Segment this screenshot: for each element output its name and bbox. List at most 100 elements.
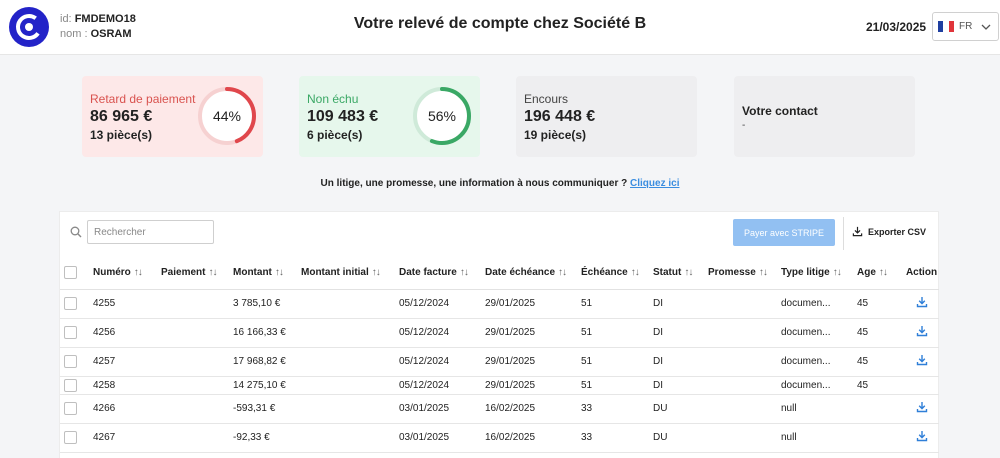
cell-date-echeance: 16/02/2025: [485, 394, 581, 424]
row-checkbox[interactable]: [64, 326, 77, 339]
sort-icon[interactable]: ↑↓: [275, 267, 284, 278]
sort-icon[interactable]: ↑↓: [759, 267, 768, 278]
row-select-cell[interactable]: [60, 347, 93, 377]
sort-icon[interactable]: ↑↓: [631, 267, 640, 278]
row-select-cell[interactable]: [60, 423, 93, 453]
sort-icon[interactable]: ↑↓: [460, 267, 469, 278]
row-checkbox[interactable]: [64, 297, 77, 310]
column-header-promesse[interactable]: Promesse ↑↓: [708, 257, 781, 290]
stripe-pay-button[interactable]: Payer avec STRIPE: [733, 219, 835, 246]
invoice-panel: Payer avec STRIPE Exporter CSV Numéro↑↓P…: [59, 211, 939, 458]
column-header-type-litige[interactable]: Type litige ↑↓: [781, 257, 857, 290]
dispute-link[interactable]: Cliquez ici: [630, 178, 679, 189]
cell-age: 45: [857, 376, 904, 395]
invoice-table: Numéro ↑↓ Paiement ↑↓ Montant ↑↓ Montant initi…: [60, 257, 939, 453]
cell-action[interactable]: [904, 347, 939, 377]
cell-montant-initial: [301, 347, 399, 377]
select-all-cell[interactable]: [60, 257, 93, 290]
cell-date-echeance: 29/01/2025: [485, 289, 581, 319]
row-checkbox[interactable]: [64, 402, 77, 415]
name-label: nom :: [60, 28, 88, 40]
table-row[interactable]: 4256 16 166,33 € 05/12/2024 29/01/2025 51 DI d…: [60, 318, 939, 348]
table-row[interactable]: 4255 3 785,10 € 05/12/2024 29/01/2025 51 DI do…: [60, 289, 939, 319]
late-payment-card[interactable]: Retard de paiement 86 965 € 13 pièce(s) …: [82, 76, 263, 157]
cell-action[interactable]: [904, 289, 939, 319]
company-logo[interactable]: [9, 7, 49, 47]
column-header-action[interactable]: Action: [904, 257, 939, 290]
download-icon[interactable]: [916, 325, 928, 337]
download-icon[interactable]: [916, 430, 928, 442]
table-row[interactable]: 4267 -92,33 € 03/01/2025 16/02/2025 33 DU null: [60, 423, 939, 453]
cell-echeance: 51: [581, 376, 653, 395]
table-row[interactable]: 4257 17 968,82 € 05/12/2024 29/01/2025 51 DI d…: [60, 347, 939, 377]
sort-icon[interactable]: ↑↓: [134, 267, 143, 278]
row-checkbox[interactable]: [64, 355, 77, 368]
row-select-cell[interactable]: [60, 289, 93, 319]
row-select-cell[interactable]: [60, 318, 93, 348]
sort-icon[interactable]: ↑↓: [833, 267, 842, 278]
cell-montant: 3 785,10 €: [233, 289, 301, 319]
download-icon[interactable]: [916, 401, 928, 413]
language-select[interactable]: FR: [932, 12, 999, 41]
sort-icon[interactable]: ↑↓: [684, 267, 693, 278]
download-icon[interactable]: [916, 296, 928, 308]
cell-statut: DI: [653, 347, 708, 377]
cell-type-litige: documen...: [781, 318, 857, 348]
column-header-montant[interactable]: Montant ↑↓: [233, 257, 301, 290]
cell-paiement: [161, 376, 233, 395]
row-select-cell[interactable]: [60, 394, 93, 424]
column-label: Age: [857, 267, 876, 279]
cell-statut: DU: [653, 394, 708, 424]
toolbar-divider: [843, 217, 844, 250]
column-header-age[interactable]: Age ↑↓: [857, 257, 904, 290]
cell-statut: DU: [653, 423, 708, 453]
cell-echeance: 33: [581, 423, 653, 453]
cell-numero: 4267: [93, 423, 161, 453]
cell-numero: 4256: [93, 318, 161, 348]
download-icon: [852, 226, 863, 237]
column-label: Paiement: [161, 267, 206, 279]
cell-action[interactable]: [904, 318, 939, 348]
column-header-statut[interactable]: Statut ↑↓: [653, 257, 708, 290]
sort-icon[interactable]: ↑↓: [372, 267, 381, 278]
cell-paiement: [161, 394, 233, 424]
id-label: id:: [60, 13, 72, 25]
column-header-montant-initial[interactable]: Montant initial ↑↓: [301, 257, 399, 290]
cell-date-echeance: 16/02/2025: [485, 423, 581, 453]
column-label: Promesse: [708, 267, 756, 279]
column-header-paiement[interactable]: Paiement ↑↓: [161, 257, 233, 290]
cell-montant: 17 968,82 €: [233, 347, 301, 377]
row-checkbox[interactable]: [64, 378, 77, 392]
select-all-checkbox[interactable]: [64, 266, 77, 280]
sort-icon[interactable]: ↑↓: [879, 267, 888, 278]
sort-icon[interactable]: ↑↓: [558, 267, 567, 278]
cell-promesse: [708, 318, 781, 348]
cell-montant-initial: [301, 394, 399, 424]
cell-action[interactable]: [904, 423, 939, 453]
cell-date-facture: 03/01/2025: [399, 423, 485, 453]
statement-date: 21/03/2025: [866, 20, 927, 34]
table-row[interactable]: 4258 14 275,10 € 05/12/2024 29/01/2025 51 DI d…: [60, 376, 939, 395]
column-header-date-facture[interactable]: Date facture ↑↓: [399, 257, 485, 290]
column-header-echeance[interactable]: Échéance ↑↓: [581, 257, 653, 290]
cell-promesse: [708, 376, 781, 395]
search-input[interactable]: [87, 220, 214, 244]
outstanding-label: Encours: [524, 92, 569, 106]
language-value: FR: [959, 21, 973, 32]
row-checkbox[interactable]: [64, 431, 77, 444]
download-icon[interactable]: [916, 354, 928, 366]
row-select-cell[interactable]: [60, 376, 93, 395]
cell-paiement: [161, 289, 233, 319]
column-label: Date facture: [399, 267, 457, 279]
late-payment-label: Retard de paiement: [90, 92, 196, 106]
column-header-date-echeance[interactable]: Date échéance ↑↓: [485, 257, 581, 290]
sort-icon[interactable]: ↑↓: [208, 267, 217, 278]
late-payment-amount: 86 965 €: [90, 108, 153, 125]
cell-age: 45: [857, 318, 904, 348]
table-row[interactable]: 4266 -593,31 € 03/01/2025 16/02/2025 33 DU nul…: [60, 394, 939, 424]
cell-echeance: 51: [581, 289, 653, 319]
cell-action[interactable]: [904, 394, 939, 424]
column-header-numero[interactable]: Numéro ↑↓: [93, 257, 161, 290]
not-due-card[interactable]: Non échu 109 483 € 6 pièce(s) 56%: [299, 76, 480, 157]
export-csv-button[interactable]: Exporter CSV: [852, 226, 926, 237]
